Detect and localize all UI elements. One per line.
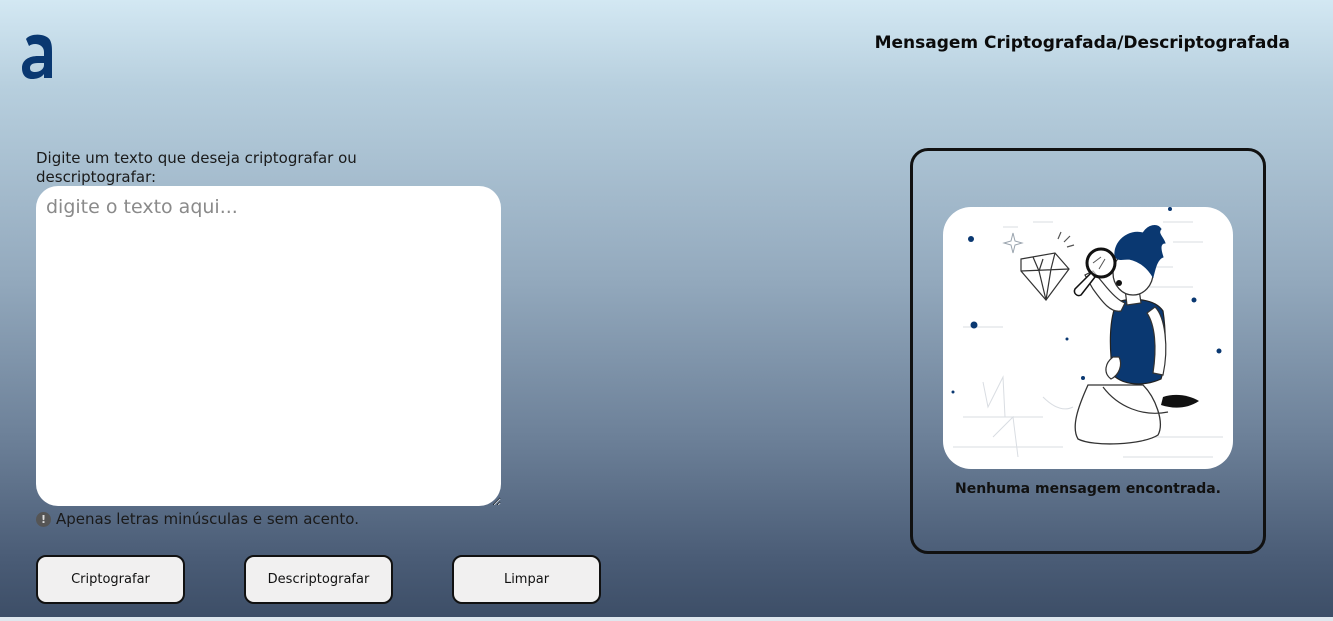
output-panel: Nenhuma mensagem encontrada. [910,148,1266,554]
empty-message: Nenhuma mensagem encontrada. [954,481,1221,497]
clear-button[interactable]: Limpar [452,555,601,604]
footer-strip [0,617,1333,621]
person-magnifier-diamond-illustration [943,207,1233,469]
alura-logo-icon[interactable] [20,30,56,82]
hint: ! Apenas letras minúsculas e sem acento. [36,510,359,528]
encrypt-button[interactable]: Criptografar [36,555,185,604]
text-input[interactable] [36,186,501,506]
hint-text: Apenas letras minúsculas e sem acento. [56,510,359,528]
decrypt-button[interactable]: Descriptografar [244,555,393,604]
exclamation-circle-icon: ! [36,511,51,527]
input-label: Digite um texto que deseja criptografar … [36,149,357,186]
illustration-graphic [951,207,1223,458]
page-title: Mensagem Criptografada/Descriptografada [874,33,1290,53]
